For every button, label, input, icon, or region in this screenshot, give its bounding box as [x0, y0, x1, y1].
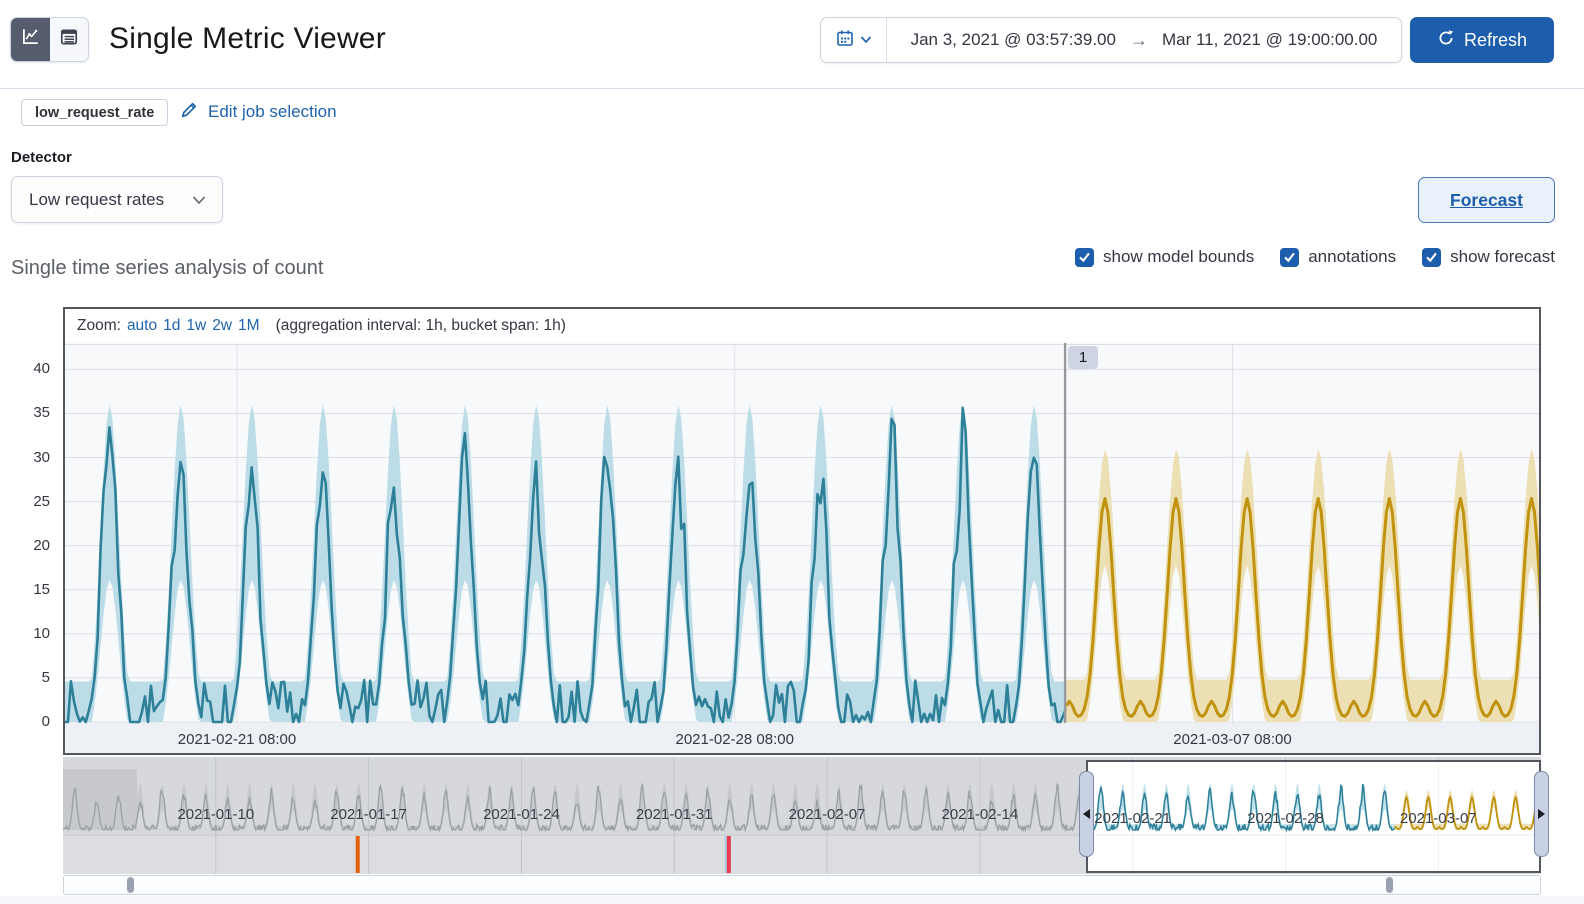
- zoom-prefix-label: Zoom:: [77, 316, 121, 334]
- start-date-button[interactable]: Jan 3, 2021 @ 03:57:39.00: [911, 30, 1116, 50]
- bottom-strip: [0, 896, 1584, 904]
- navigator-scroll-track[interactable]: [63, 875, 1541, 895]
- view-toggle-group: [10, 17, 89, 62]
- checkbox-label: annotations: [1308, 247, 1397, 266]
- section-title: Single time series analysis of count: [11, 257, 324, 279]
- annotation-marker[interactable]: [355, 836, 360, 873]
- checkbox-checked-icon: [1280, 247, 1300, 267]
- navigator-date-label: 2021-01-10: [177, 806, 254, 823]
- checkbox-label: show model bounds: [1102, 247, 1255, 266]
- navigator-date-label: 2021-01-17: [330, 806, 407, 823]
- date-range: Jan 3, 2021 @ 03:57:39.00 → Mar 11, 2021…: [887, 18, 1401, 62]
- navigator-date-label: 2021-01-31: [636, 806, 713, 823]
- forecast-button[interactable]: Forecast: [1418, 177, 1555, 223]
- y-axis-label: 5: [41, 668, 50, 686]
- selection-date-label: 2021-02-21: [1094, 810, 1171, 827]
- header-divider: [0, 88, 1584, 89]
- selection-date-label: 2021-03-07: [1400, 810, 1477, 827]
- navigator-date-label: 2021-01-24: [483, 806, 560, 823]
- y-axis-label: 10: [33, 624, 50, 642]
- pencil-icon: [180, 100, 199, 124]
- checkbox-label: show forecast: [1450, 247, 1555, 266]
- chart-options: show model bounds annotations show forec…: [1074, 247, 1555, 267]
- selection-date-label: 2021-02-28: [1247, 810, 1324, 827]
- x-axis-label: 2021-02-21 08:00: [178, 731, 296, 748]
- main-timeseries-chart[interactable]: 2021-02-21 08:00 2021-02-28 08:00 2021-03-…: [65, 342, 1539, 753]
- y-axis-label: 40: [33, 360, 50, 378]
- y-axis-label: 20: [33, 536, 50, 554]
- zoom-link-auto[interactable]: auto: [127, 317, 157, 335]
- navigator-date-label: 2021-02-07: [789, 806, 866, 823]
- refresh-button[interactable]: Refresh: [1410, 17, 1554, 63]
- calendar-icon: [835, 28, 855, 53]
- refresh-icon: [1437, 29, 1455, 52]
- job-badge: low_request_rate: [21, 99, 169, 126]
- table-icon: [59, 27, 79, 52]
- line-chart-icon: [20, 27, 40, 52]
- checkbox-checked-icon: [1422, 247, 1442, 267]
- refresh-label: Refresh: [1463, 29, 1528, 50]
- zoom-link-2w[interactable]: 2w: [212, 317, 232, 335]
- date-range-picker: Jan 3, 2021 @ 03:57:39.00 → Mar 11, 2021…: [820, 17, 1402, 63]
- table-view-toggle-button[interactable]: [50, 18, 89, 61]
- x-axis-label: 2021-02-28 08:00: [676, 731, 794, 748]
- chevron-down-icon: [860, 31, 872, 49]
- caret-right-icon: [1538, 809, 1545, 819]
- detector-selected-value: Low request rates: [29, 189, 165, 209]
- zoom-link-1w[interactable]: 1w: [186, 317, 206, 335]
- y-axis-label: 35: [33, 404, 50, 422]
- selection-right-handle[interactable]: [1534, 771, 1549, 857]
- scroll-thumb-right[interactable]: [1386, 877, 1393, 893]
- chevron-down-icon: [192, 190, 206, 210]
- navigator-selection-window[interactable]: 2021-02-21 2021-02-28 2021-03-07: [1086, 760, 1542, 873]
- selection-window-chart: 2021-02-21 2021-02-28 2021-03-07: [1087, 762, 1542, 871]
- single-metric-viewer-page: Single Metric Viewer Jan 3, 2021 @ 03:57…: [0, 0, 1584, 904]
- show-model-bounds-checkbox[interactable]: show model bounds: [1074, 247, 1255, 267]
- zoom-controls: Zoom: auto 1d 1w 2w 1M (aggregation inte…: [65, 309, 1539, 342]
- navigator-date-label: 2021-02-14: [941, 806, 1018, 823]
- annotation-marker[interactable]: [726, 836, 731, 873]
- end-date-button[interactable]: Mar 11, 2021 @ 19:00:00.00: [1162, 30, 1377, 50]
- y-axis-label: 25: [33, 492, 50, 510]
- caret-left-icon: [1083, 809, 1090, 819]
- scroll-thumb-left[interactable]: [127, 877, 134, 893]
- range-arrow-icon: →: [1129, 29, 1148, 50]
- edit-job-selection-label: Edit job selection: [208, 102, 337, 121]
- annotations-checkbox[interactable]: annotations: [1280, 247, 1396, 267]
- aggregation-info-label: (aggregation interval: 1h, bucket span: …: [275, 316, 566, 334]
- y-axis-label: 30: [33, 448, 50, 466]
- timeseries-chart-container: Zoom: auto 1d 1w 2w 1M (aggregation inte…: [63, 307, 1541, 755]
- annotation-marker-accent: [724, 836, 727, 873]
- selection-left-handle[interactable]: [1079, 771, 1094, 857]
- zoom-link-1M[interactable]: 1M: [238, 317, 260, 335]
- annotation-badge[interactable]: 1: [1068, 346, 1098, 369]
- y-axis-label: 0: [41, 713, 50, 730]
- zoom-link-1d[interactable]: 1d: [163, 317, 180, 335]
- y-axis-label: 15: [33, 580, 50, 598]
- show-forecast-checkbox[interactable]: show forecast: [1422, 247, 1555, 267]
- detector-select[interactable]: Low request rates: [11, 176, 223, 223]
- edit-job-selection-link[interactable]: Edit job selection: [180, 100, 337, 124]
- chart-view-toggle-button[interactable]: [11, 18, 50, 61]
- date-picker-menu-button[interactable]: [821, 18, 887, 62]
- x-axis-label: 2021-03-07 08:00: [1173, 731, 1291, 748]
- page-title: Single Metric Viewer: [109, 22, 386, 55]
- checkbox-checked-icon: [1074, 247, 1094, 267]
- detector-label: Detector: [11, 149, 72, 166]
